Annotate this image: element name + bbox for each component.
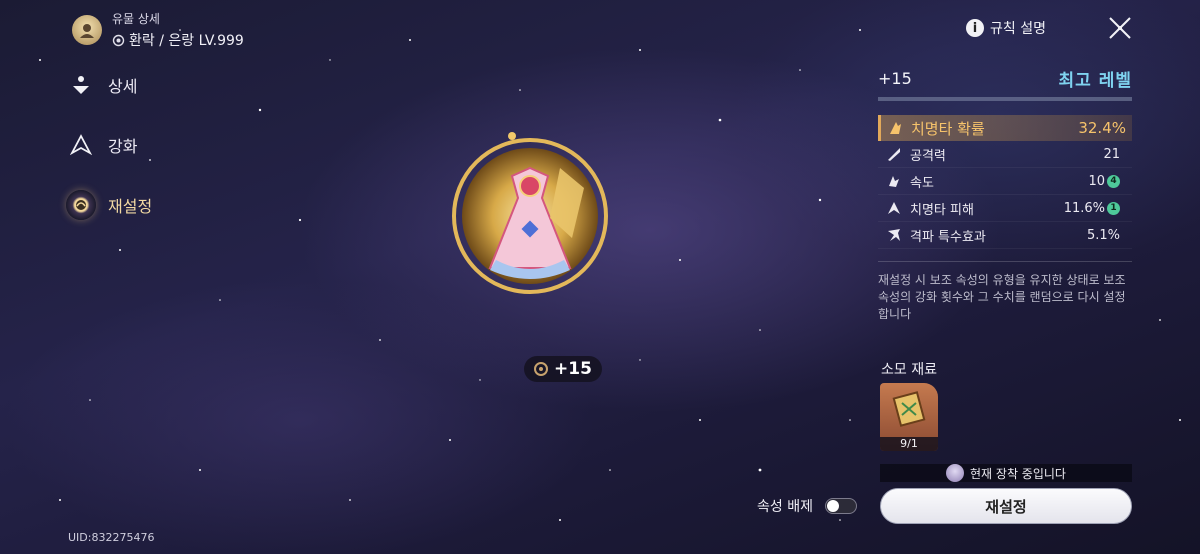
relic-level-value: +15 — [554, 359, 592, 379]
roll-count-badge: 1 — [1107, 201, 1120, 215]
sub-stat-name: 치명타 피해 — [910, 202, 974, 218]
enhance-icon — [66, 130, 96, 160]
main-stat-name: 치명타 확률 — [911, 119, 985, 138]
relic-set-icon — [112, 34, 125, 46]
enhance-level: +15 — [878, 69, 912, 88]
main-stat-row: 치명타 확률 32.4% — [878, 115, 1132, 141]
exclude-attribute-toggle[interactable] — [824, 498, 857, 514]
rules-button-label: 규칙 설명 — [990, 21, 1046, 37]
material-item[interactable]: 9/1 — [880, 383, 938, 451]
speed-icon — [889, 176, 899, 187]
sub-stat-value: 10 — [1088, 173, 1105, 189]
crit-damage-icon — [888, 202, 900, 214]
sub-stat-row: 속도 10 4 — [878, 168, 1132, 195]
character-avatar[interactable] — [72, 15, 102, 45]
reset-description: 재설정 시 보조 속성의 유형을 유지한 상태로 보조 속성의 강화 횟수와 그… — [878, 261, 1132, 323]
uid-label: UID:832275476 — [68, 531, 155, 544]
close-icon[interactable] — [1106, 14, 1134, 42]
nav-item-reset[interactable]: 재설정 — [66, 188, 152, 222]
relic-subtitle: 환락 / 은랑 LV.999 — [129, 33, 244, 49]
attack-icon — [888, 148, 900, 161]
sub-stat-name: 속도 — [910, 175, 934, 191]
info-icon: i — [966, 19, 984, 37]
equipped-notice-text: 현재 장착 중입니다 — [970, 466, 1066, 481]
reset-material-icon — [892, 391, 926, 427]
sub-stat-value: 21 — [1103, 146, 1120, 162]
relic-level-badge: +15 — [524, 356, 602, 382]
stats-panel: +15 최고 레벨 치명타 확률 32.4% 공격력 21 속도 10 4 치명… — [878, 66, 1132, 323]
nav-item-detail[interactable]: 상세 — [66, 68, 152, 102]
sub-stat-name: 격파 특수효과 — [910, 229, 986, 245]
sub-stat-row: 치명타 피해 11.6% 1 — [878, 195, 1132, 222]
main-stat-value: 32.4% — [1078, 119, 1126, 137]
exclude-attribute-label: 속성 배제 — [757, 499, 813, 515]
reset-button[interactable]: 재설정 — [880, 488, 1132, 524]
side-nav: 상세 강화 재설정 — [66, 68, 152, 248]
crit-rate-icon — [890, 122, 901, 134]
break-effect-icon — [888, 229, 900, 241]
nav-item-label: 재설정 — [108, 197, 153, 216]
nav-item-label: 상세 — [108, 77, 138, 96]
page-title: 유물 상세 — [112, 12, 160, 26]
material-count: 9/1 — [880, 437, 938, 451]
relic-header: 유물 상세 환락 / 은랑 LV.999 — [72, 10, 244, 50]
reset-icon — [66, 190, 96, 220]
roll-count-badge: 4 — [1107, 174, 1120, 188]
materials-title: 소모 재료 — [881, 362, 937, 378]
exclude-attribute-toggle-row: 속성 배제 — [757, 496, 857, 516]
sub-stat-value: 11.6% — [1063, 200, 1105, 216]
detail-icon — [66, 70, 96, 100]
equipped-notice: 현재 장착 중입니다 — [880, 464, 1132, 482]
sub-stat-row: 공격력 21 — [878, 141, 1132, 168]
sub-stat-row: 격파 특수효과 5.1% — [878, 222, 1132, 249]
nav-item-label: 강화 — [108, 137, 138, 156]
sub-stat-value: 5.1% — [1086, 227, 1120, 243]
character-icon — [80, 24, 94, 38]
relic-image — [452, 132, 608, 294]
nav-item-enhance[interactable]: 강화 — [66, 128, 152, 162]
max-level-label: 최고 레벨 — [1058, 71, 1132, 91]
level-ring-icon — [534, 362, 549, 376]
sub-stat-name: 공격력 — [910, 148, 946, 164]
rules-button[interactable]: i 규칙 설명 — [966, 18, 1046, 38]
level-progress-bar — [878, 97, 1132, 101]
equipped-character-avatar — [946, 464, 965, 482]
